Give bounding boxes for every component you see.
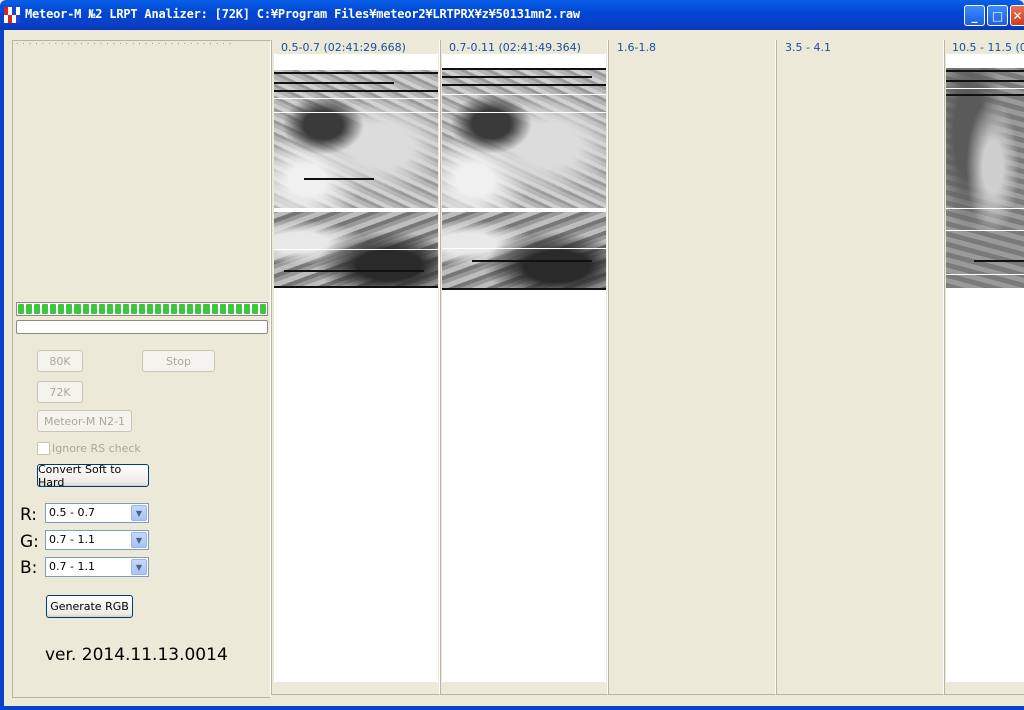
progress-segment	[50, 304, 57, 314]
b-channel-select[interactable]: 0.7 - 1.1 ▼	[45, 557, 149, 577]
progress-segment	[90, 304, 97, 314]
channel-label-2: 0.7-0.11 (02:41:49.364)	[449, 41, 581, 54]
generate-rgb-button[interactable]: Generate RGB	[46, 595, 133, 618]
channel-image-1[interactable]	[274, 54, 438, 682]
progress-segment	[179, 304, 186, 314]
progress-segment	[42, 304, 49, 314]
window-title: Meteor-M №2 LRPT Analizer: [72K] C:¥Prog…	[25, 7, 580, 21]
progress-segment	[235, 304, 242, 314]
channel-panel-4	[776, 40, 944, 695]
80k-button[interactable]: 80K	[37, 350, 83, 372]
progress-segment	[163, 304, 170, 314]
progress-segment	[138, 304, 145, 314]
progress-segment	[243, 304, 250, 314]
72k-button[interactable]: 72K	[37, 381, 83, 403]
maximize-button[interactable]: □	[987, 5, 1008, 26]
channel-label-1: 0.5-0.7 (02:41:29.668)	[281, 41, 406, 54]
b-channel-value: 0.7 - 1.1	[49, 560, 95, 573]
meteor-m-n2-1-button[interactable]: Meteor-M N2-1	[37, 410, 132, 432]
r-label: R:	[20, 505, 38, 525]
app-icon[interactable]	[4, 7, 20, 23]
progress-segment	[122, 304, 129, 314]
progress-segment	[58, 304, 65, 314]
chevron-down-icon[interactable]: ▼	[131, 532, 147, 548]
progress-segment	[195, 304, 202, 314]
progress-segment	[251, 304, 258, 314]
close-button[interactable]: ✕	[1010, 5, 1024, 26]
title-bar[interactable]: Meteor-M №2 LRPT Analizer: [72K] C:¥Prog…	[0, 0, 1024, 30]
progress-segment	[155, 304, 162, 314]
channel-label-5: 10.5 - 11.5 (02:	[952, 41, 1024, 54]
progress-segment	[171, 304, 178, 314]
image-strip	[442, 212, 606, 290]
channel-label-4: 3.5 - 4.1	[785, 41, 831, 54]
image-strip	[442, 68, 606, 208]
progress-segment	[227, 304, 234, 314]
g-label: G:	[20, 532, 39, 552]
progress-segment	[187, 304, 194, 314]
channel-image-2[interactable]	[442, 54, 606, 682]
progress-segment	[26, 304, 33, 314]
progress-segment	[106, 304, 113, 314]
g-channel-select[interactable]: 0.7 - 1.1 ▼	[45, 530, 149, 550]
progress-segment	[98, 304, 105, 314]
progress-segment	[130, 304, 137, 314]
decode-progress-bar	[16, 320, 268, 334]
g-channel-value: 0.7 - 1.1	[49, 533, 95, 546]
progress-segment	[114, 304, 121, 314]
channel-panel-3	[608, 40, 776, 695]
maximize-icon: □	[991, 8, 1004, 23]
minimize-icon: _	[971, 8, 978, 23]
convert-soft-to-hard-button[interactable]: Convert Soft to Hard	[37, 463, 149, 489]
version-text: ver. 2014.11.13.0014	[45, 645, 228, 665]
b-label: B:	[20, 558, 38, 578]
chevron-down-icon[interactable]: ▼	[131, 559, 147, 575]
channel-image-5[interactable]	[946, 54, 1024, 682]
progress-segment	[203, 304, 210, 314]
progress-segment	[18, 304, 25, 314]
progress-segment	[66, 304, 73, 314]
ignore-rs-checkbox[interactable]	[37, 442, 50, 455]
progress-segment	[34, 304, 41, 314]
chevron-down-icon[interactable]: ▼	[131, 505, 147, 521]
image-strip	[274, 212, 438, 288]
progress-segment	[219, 304, 226, 314]
progress-segment	[211, 304, 218, 314]
close-icon: ✕	[1012, 8, 1023, 23]
status-text: · · · · · · · · · · · · · · · · · · · · …	[16, 40, 233, 48]
progress-segment	[82, 304, 89, 314]
minimize-button[interactable]: _	[964, 5, 985, 26]
progress-segment	[147, 304, 154, 314]
ignore-rs-label: Ignore RS check	[52, 442, 141, 455]
channel-label-3: 1.6-1.8	[617, 41, 656, 54]
signal-progress-bar	[16, 302, 268, 316]
progress-segment	[74, 304, 81, 314]
stop-button[interactable]: Stop	[142, 350, 215, 372]
r-channel-select[interactable]: 0.5 - 0.7 ▼	[45, 503, 149, 523]
r-channel-value: 0.5 - 0.7	[49, 506, 95, 519]
image-strip	[946, 68, 1024, 288]
progress-segment	[259, 304, 266, 314]
window-frame-bottom	[0, 706, 1024, 710]
